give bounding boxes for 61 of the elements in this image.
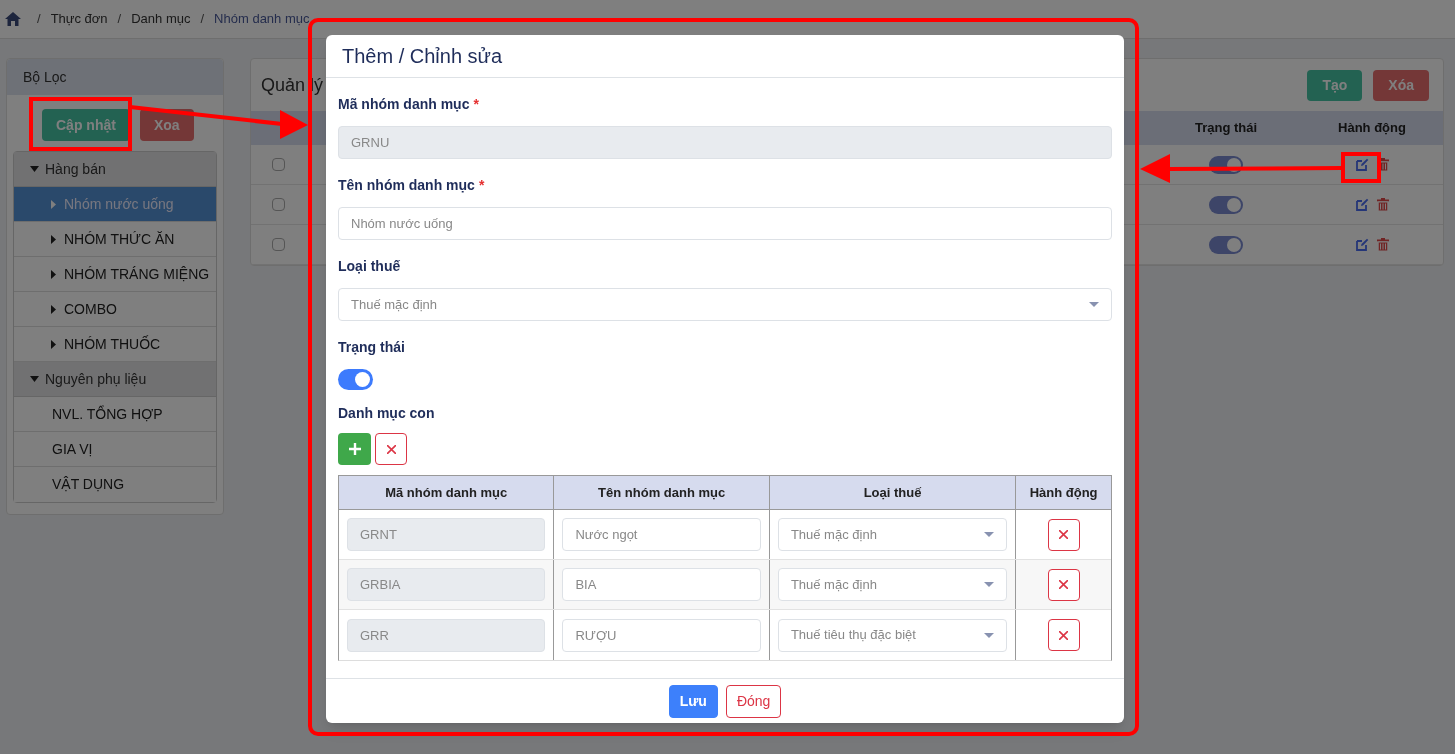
trash-icon[interactable] xyxy=(1376,198,1389,211)
close-icon xyxy=(1059,580,1069,589)
column-header: Loại thuế xyxy=(769,476,1017,509)
toggle-switch[interactable] xyxy=(1209,195,1243,214)
column-header: Mã nhóm danh mục xyxy=(339,476,555,509)
button[interactable]: Xóa xyxy=(1373,69,1429,101)
panel-title: Bộ Lọc xyxy=(23,67,67,87)
input-field[interactable]: Nhóm nước uống xyxy=(338,207,1112,240)
toggle-switch[interactable] xyxy=(1209,235,1243,254)
edit-icon[interactable] xyxy=(1355,158,1369,171)
home-icon xyxy=(5,12,21,26)
column-header: Hành động xyxy=(1337,119,1407,138)
breadcrumb-separator: / xyxy=(37,10,41,29)
breadcrumb-separator: / xyxy=(117,10,122,29)
edit-icon[interactable] xyxy=(1355,198,1369,211)
close-icon xyxy=(1059,530,1069,539)
checkbox[interactable] xyxy=(272,158,285,171)
plus-icon xyxy=(348,443,361,455)
field-label: Trạng thái xyxy=(338,338,405,357)
column-header: Hành động xyxy=(1028,483,1099,502)
breadcrumb-link[interactable]: Thực đơn xyxy=(50,9,108,29)
column-header: Trạng thái xyxy=(1193,119,1259,138)
remove-button[interactable] xyxy=(1047,568,1080,601)
breadcrumb-link[interactable]: Danh mục xyxy=(131,9,191,29)
select-field[interactable]: Thuế mặc định xyxy=(338,288,1112,321)
trash-icon[interactable] xyxy=(1376,238,1389,251)
dropdown-caret-icon xyxy=(984,532,995,537)
dropdown-caret-icon xyxy=(984,632,995,638)
checkbox[interactable] xyxy=(272,198,285,211)
input-field[interactable]: RƯỢU xyxy=(562,618,761,652)
remove-button[interactable] xyxy=(1047,619,1080,651)
required-mark: * xyxy=(473,95,479,114)
input-field[interactable]: Nước ngọt xyxy=(562,518,761,551)
add-button[interactable] xyxy=(338,433,371,465)
required-mark: * xyxy=(478,176,485,195)
dropdown-caret-icon xyxy=(984,582,995,587)
tree-group[interactable]: Nguyên phụ liệu xyxy=(14,362,216,397)
field-label: Mã nhóm danh mục xyxy=(338,95,470,114)
input-field[interactable]: BIA xyxy=(562,568,761,601)
section-label: Danh mục con xyxy=(338,404,436,423)
close-icon xyxy=(1059,630,1069,640)
select-field[interactable]: Thuế mặc định xyxy=(777,568,1008,601)
remove-button[interactable] xyxy=(1047,518,1080,551)
checkbox[interactable] xyxy=(272,238,285,251)
tree-group[interactable]: Hàng bán xyxy=(14,152,216,187)
tree-item[interactable]: Nhóm nước uống xyxy=(14,187,216,222)
toggle-switch[interactable] xyxy=(338,369,373,390)
select-field[interactable]: Thuế tiêu thụ đặc biệt xyxy=(777,618,1008,652)
button[interactable]: Lưu xyxy=(668,684,718,718)
modal-title: Thêm / Chỉnh sửa xyxy=(342,44,503,69)
column-header: Tên nhóm danh mục xyxy=(554,476,770,509)
dropdown-caret-icon xyxy=(1089,302,1099,307)
remove-button[interactable] xyxy=(375,433,407,465)
breadcrumb-separator: / xyxy=(200,10,205,29)
close-icon xyxy=(386,444,396,454)
button[interactable]: Đóng xyxy=(725,684,782,718)
select-field[interactable]: Thuế mặc định xyxy=(777,518,1008,551)
field-label: Loại thuế xyxy=(338,257,401,276)
highlight-box xyxy=(1341,152,1381,183)
field-label: Tên nhóm danh mục xyxy=(338,176,475,195)
edit-icon[interactable] xyxy=(1355,238,1369,251)
